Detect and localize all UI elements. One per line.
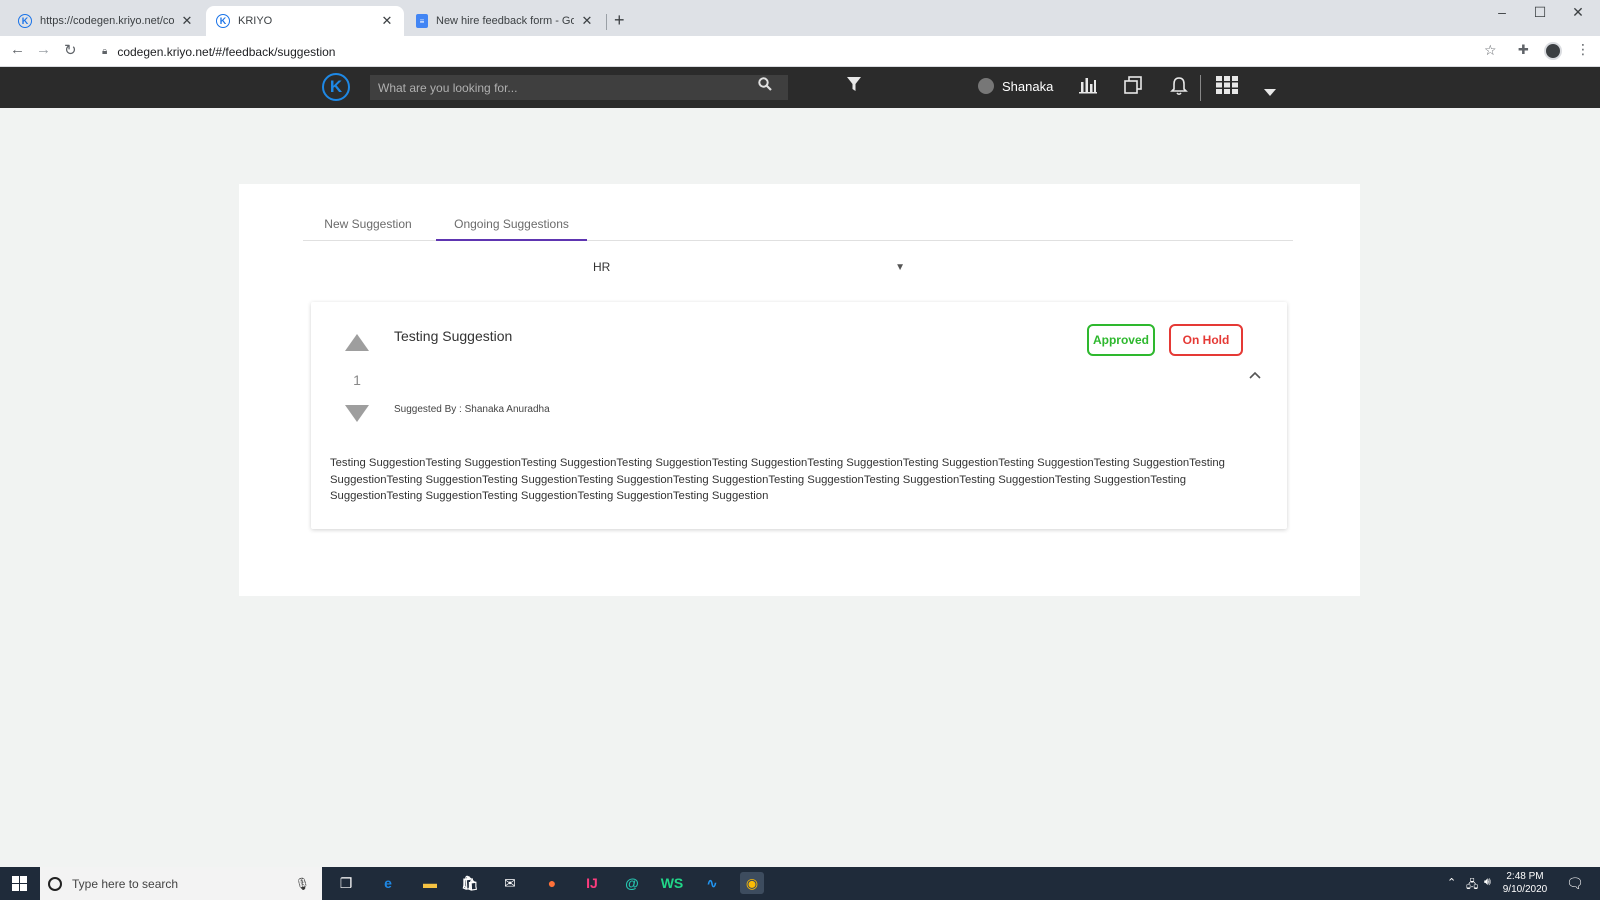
suggestions-panel: New Suggestion Ongoing Suggestions HR ▼ … (239, 184, 1360, 596)
at-sign-app-icon[interactable]: @ (620, 872, 644, 894)
bell-icon[interactable] (1170, 76, 1188, 101)
profile-avatar-icon[interactable] (1544, 42, 1562, 60)
close-tab-icon[interactable]: ✕ (380, 13, 394, 29)
taskbar-clock[interactable]: 2:48 PM 9/10/2020 (1497, 870, 1553, 896)
suggestion-title: Testing Suggestion (394, 328, 513, 344)
browser-tab-label: KRIYO (238, 15, 273, 27)
browser-tab-kriyo[interactable]: K KRIYO ✕ (206, 6, 404, 36)
on-hold-button[interactable]: On Hold (1169, 324, 1243, 356)
microphone-icon[interactable]: 🎙︎ (295, 877, 310, 891)
lock-icon: 🔒︎ (102, 46, 108, 57)
upvote-icon[interactable] (345, 334, 369, 351)
forward-arrow-icon[interactable]: → (36, 41, 51, 58)
browser-toolbar: ← → ↻ 🔒︎ codegen.kriyo.net/#/feedback/su… (0, 36, 1600, 67)
department-select[interactable]: HR ▼ (593, 260, 913, 284)
caret-down-icon: ▼ (895, 262, 905, 273)
clock-time: 2:48 PM (1506, 871, 1544, 882)
back-arrow-icon[interactable]: ← (10, 41, 25, 58)
department-selected-value: HR (593, 260, 611, 274)
chevron-up-icon[interactable] (1249, 368, 1261, 382)
reload-icon[interactable]: ↻ (64, 41, 77, 59)
browser-tab-label: New hire feedback form - Googl (436, 15, 574, 27)
google-docs-favicon-icon: ≡ (416, 14, 428, 28)
clock-date: 9/10/2020 (1502, 884, 1548, 895)
bar-chart-icon[interactable] (1078, 76, 1098, 99)
notification-center-icon[interactable]: 🗨︎ (1566, 875, 1584, 892)
file-explorer-icon[interactable]: ▬ (418, 872, 442, 894)
tray-chevron-up-icon[interactable]: ⌃ (1447, 876, 1456, 889)
address-bar[interactable]: 🔒︎ codegen.kriyo.net/#/feedback/suggesti… (90, 39, 1495, 64)
chevron-down-icon[interactable] (1264, 81, 1276, 102)
firefox-icon[interactable]: ● (540, 872, 564, 894)
kriyo-favicon-icon: K (18, 14, 32, 28)
search-icon[interactable] (758, 77, 772, 94)
kriyo-logo[interactable]: K (322, 73, 350, 101)
minimize-icon[interactable]: – (1482, 4, 1522, 20)
browser-tab-label: https://codegen.kriyo.net/codeg (40, 15, 174, 27)
suggestion-description: Testing SuggestionTesting SuggestionTest… (330, 457, 1225, 502)
header-divider (1200, 75, 1201, 101)
suggestion-tabs: New Suggestion Ongoing Suggestions (303, 212, 1293, 241)
copy-windows-icon[interactable] (1124, 76, 1142, 99)
kriyo-favicon-icon: K (216, 14, 230, 28)
bookmark-star-icon[interactable]: ☆ (1484, 42, 1497, 59)
mail-icon[interactable]: ✉ (498, 872, 522, 894)
user-menu[interactable]: Shanaka (978, 78, 1053, 94)
user-name: Shanaka (1002, 78, 1054, 94)
extensions-puzzle-icon[interactable]: ✚ (1518, 42, 1529, 58)
intellij-icon[interactable]: IJ (580, 872, 604, 894)
maximize-icon[interactable]: ☐ (1520, 4, 1560, 21)
app-header: K Shanaka (0, 67, 1600, 108)
webstorm-icon[interactable]: WS (660, 872, 684, 894)
taskbar-search[interactable]: Type here to search 🎙︎ (40, 867, 322, 900)
chart-app-icon[interactable]: ∿ (700, 872, 724, 894)
chrome-icon[interactable]: ◉ (740, 872, 764, 894)
global-search-input[interactable] (370, 75, 788, 100)
downvote-icon[interactable] (345, 405, 369, 422)
apps-grid-icon[interactable] (1216, 76, 1238, 99)
window-close-icon[interactable]: ✕ (1558, 4, 1598, 21)
new-tab-plus-icon[interactable]: + (614, 10, 625, 31)
network-icon[interactable]: 🖧︎ (1466, 876, 1478, 895)
approved-button[interactable]: Approved (1087, 324, 1155, 356)
filter-icon[interactable] (846, 76, 862, 97)
cortana-circle-icon (48, 876, 62, 891)
tab-ongoing-suggestions[interactable]: Ongoing Suggestions (436, 212, 587, 241)
task-view-icon[interactable]: ❐ (334, 872, 358, 894)
browser-tab-google-form[interactable]: ≡ New hire feedback form - Googl ✕ (406, 6, 604, 36)
suggested-by: Suggested By : Shanaka Anuradha (394, 404, 550, 415)
browser-tab-strip: K https://codegen.kriyo.net/codeg ✕ K KR… (0, 0, 1600, 36)
vote-count: 1 (353, 372, 361, 388)
store-icon[interactable]: 🛍︎ (458, 872, 482, 894)
user-avatar (978, 78, 994, 94)
close-tab-icon[interactable]: ✕ (180, 13, 194, 29)
windows-start-icon[interactable] (12, 876, 27, 891)
tab-separator (606, 14, 607, 30)
close-tab-icon[interactable]: ✕ (580, 13, 594, 29)
taskbar-search-placeholder: Type here to search (72, 876, 179, 891)
url-text: codegen.kriyo.net/#/feedback/suggestion (117, 44, 336, 59)
suggestion-card: 1 Testing Suggestion Suggested By : Shan… (311, 302, 1287, 529)
windows-taskbar: Type here to search 🎙︎ ❐ e ▬ 🛍︎ ✉ ● IJ @… (0, 867, 1600, 900)
browser-menu-icon[interactable]: ⋮ (1576, 41, 1590, 58)
browser-tab-codegen[interactable]: K https://codegen.kriyo.net/codeg ✕ (8, 6, 204, 36)
tab-new-suggestion[interactable]: New Suggestion (313, 212, 423, 241)
edge-browser-icon[interactable]: e (376, 872, 400, 894)
volume-icon[interactable]: 🔊︎ (1484, 876, 1491, 889)
